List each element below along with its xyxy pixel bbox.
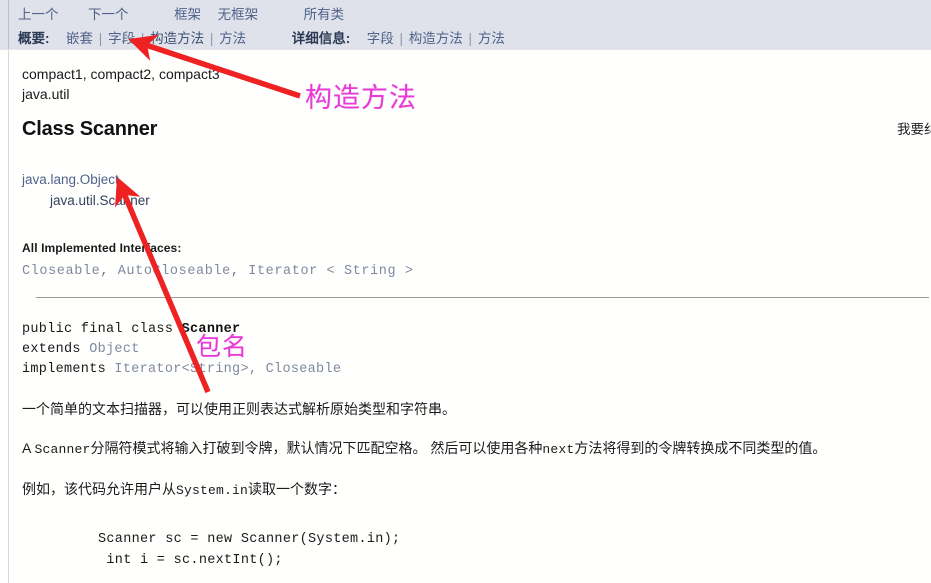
nav-separator: | xyxy=(209,31,214,46)
nav-separator: | xyxy=(98,31,103,46)
interface-closeable-link[interactable]: Closeable xyxy=(22,264,100,279)
paragraph3-text-a: 例如，该代码允许用户从 xyxy=(22,481,176,497)
class-documentation-content: 我要纠错 compact1, compact2, compact3 java.u… xyxy=(0,50,931,583)
nav-separator: | xyxy=(140,31,145,46)
declaration-superclass-link[interactable]: Object xyxy=(89,342,139,357)
interface-comma: , xyxy=(100,264,110,279)
inheritance-tree: java.lang.Object java.util.Scanner xyxy=(22,169,931,211)
description-paragraph-1: 一个简单的文本扫描器，可以使用正则表达式解析原始类型和字符串。 xyxy=(22,401,456,417)
section-divider xyxy=(36,297,929,298)
paragraph2-text-c: 方法将得到的令牌转换成不同类型的值。 xyxy=(574,440,827,456)
compact-profiles-text: compact1, compact2, compact3 xyxy=(22,66,220,82)
nav-row-primary: 上一个 下一个 框架 无框架 所有类 xyxy=(18,3,344,23)
page-title: Class Scanner xyxy=(22,118,158,140)
summary-nested-link[interactable]: 嵌套 xyxy=(66,31,93,46)
paragraph3-systemin-code: System.in xyxy=(176,483,249,498)
implemented-interfaces-label: All Implemented Interfaces: xyxy=(22,241,182,255)
declaration-line-3: implements Iterator<String>, Closeable xyxy=(22,360,931,380)
paragraph2-text-a: A xyxy=(22,440,35,456)
declaration-extends-keyword: extends xyxy=(22,342,90,357)
implemented-interfaces-list: Closeable, AutoCloseable, Iterator < Str… xyxy=(22,264,931,279)
interface-iterator-link[interactable]: Iterator < String > xyxy=(248,264,413,279)
content-inner: compact1, compact2, compact3 java.util C… xyxy=(22,50,931,571)
inheritance-object-link[interactable]: java.lang.Object xyxy=(22,169,931,190)
top-navigation-bar: 上一个 下一个 框架 无框架 所有类 概要: 嵌套 | 字段 | 构造方法 | … xyxy=(0,0,931,50)
declaration-interfaces-links[interactable]: Iterator<String>, Closeable xyxy=(114,362,341,377)
paragraph2-scanner-code: Scanner xyxy=(34,442,91,457)
implemented-interfaces-block: All Implemented Interfaces: Closeable, A… xyxy=(22,241,931,279)
paragraph2-text-b: 分隔符模式将输入打破到令牌，默认情况下匹配空格。 然后可以使用各种 xyxy=(90,440,543,456)
nav-row-secondary: 概要: 嵌套 | 字段 | 构造方法 | 方法 详细信息: 字段 | 构造方法 … xyxy=(18,27,505,47)
content-left-divider xyxy=(8,50,9,583)
detail-constructor-link[interactable]: 构造方法 xyxy=(409,31,463,46)
declaration-line-2: extends Object xyxy=(22,340,931,360)
declaration-modifiers: public final class xyxy=(22,322,182,337)
nav-separator: | xyxy=(468,31,473,46)
declaration-class-name: Scanner xyxy=(181,322,241,337)
class-declaration: public final class Scanner extends Objec… xyxy=(22,320,931,380)
example-code-block: Scanner sc = new Scanner(System.in); int… xyxy=(98,529,931,571)
summary-label: 概要: xyxy=(18,31,50,46)
interface-comma: , xyxy=(230,264,240,279)
detail-method-link[interactable]: 方法 xyxy=(478,31,505,46)
nav-no-frames-link[interactable]: 无框架 xyxy=(218,7,259,22)
nav-frames-link[interactable]: 框架 xyxy=(174,7,201,22)
code-line-2: int i = sc.nextInt(); xyxy=(98,553,283,568)
summary-method-link[interactable]: 方法 xyxy=(219,31,246,46)
detail-label: 详细信息: xyxy=(291,31,351,46)
interface-autocloseable-link[interactable]: AutoCloseable xyxy=(118,264,231,279)
description-paragraph-2: A Scanner分隔符模式将输入打破到令牌，默认情况下匹配空格。 然后可以使用… xyxy=(22,438,931,460)
package-name-text: java.util xyxy=(22,86,70,102)
declaration-line-1: public final class Scanner xyxy=(22,320,931,340)
code-line-1: Scanner sc = new Scanner(System.in); xyxy=(98,532,401,547)
nav-separator: | xyxy=(399,31,404,46)
declaration-implements-keyword: implements xyxy=(22,362,115,377)
paragraph2-next-code: next xyxy=(542,442,575,457)
class-header-block: compact1, compact2, compact3 java.util xyxy=(22,50,931,104)
detail-field-link[interactable]: 字段 xyxy=(367,31,394,46)
nav-prev-link[interactable]: 上一个 xyxy=(18,7,59,22)
nav-all-classes-link[interactable]: 所有类 xyxy=(304,7,345,22)
summary-constructor-link[interactable]: 构造方法 xyxy=(150,31,204,46)
nav-next-link[interactable]: 下一个 xyxy=(88,7,129,22)
summary-field-link[interactable]: 字段 xyxy=(108,31,135,46)
inheritance-scanner-node: java.util.Scanner xyxy=(50,193,150,208)
description-paragraph-3: 例如，该代码允许用户从System.in读取一个数字： xyxy=(22,479,931,501)
paragraph3-text-b: 读取一个数字： xyxy=(248,481,347,497)
nav-left-divider xyxy=(8,0,9,49)
